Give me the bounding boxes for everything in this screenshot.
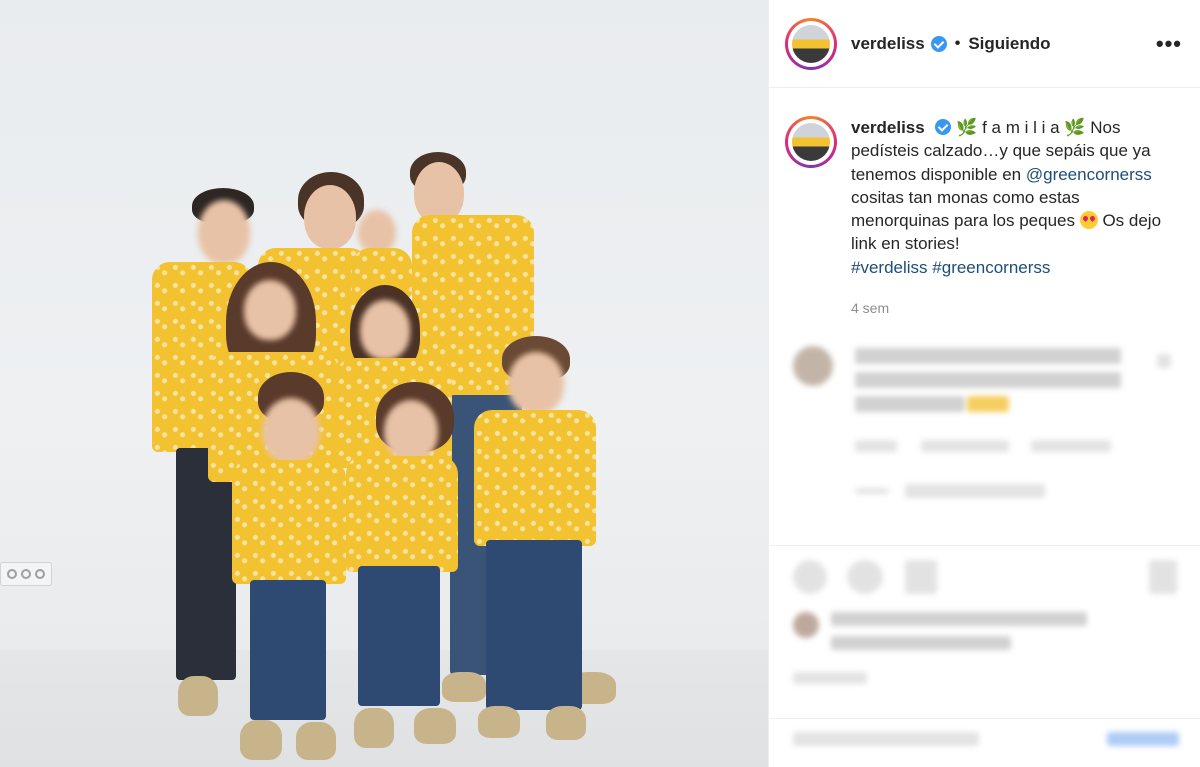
verified-badge-icon: [930, 35, 947, 52]
publish-button[interactable]: [1107, 732, 1179, 746]
actions-divider: [769, 545, 1200, 546]
liker-avatar[interactable]: [793, 612, 819, 638]
hashtag-link[interactable]: #greencornerss: [932, 258, 1050, 277]
leaf-emoji-icon: 🌿: [956, 118, 978, 137]
comment-meta: [855, 440, 897, 452]
comment-text-line: [855, 348, 1121, 364]
comment-avatar[interactable]: [793, 346, 833, 386]
view-replies-line: [855, 488, 889, 494]
hashtag-link[interactable]: #verdeliss: [851, 258, 928, 277]
view-replies-link[interactable]: [905, 484, 1045, 498]
comment-text-line: [855, 372, 1121, 388]
username-link[interactable]: verdeliss: [851, 34, 925, 54]
comment-box-divider: [769, 718, 1200, 719]
caption-text: verdeliss 🌿 f a m i l i a 🌿 Nos pedístei…: [851, 116, 1171, 320]
post-timestamp[interactable]: 4 sem: [851, 297, 1171, 320]
share-icon[interactable]: [905, 560, 937, 594]
post-header: verdeliss • Siguiendo •••: [769, 0, 1200, 88]
like-icon[interactable]: [793, 560, 827, 594]
mention-link[interactable]: @greencornerss: [1026, 165, 1152, 184]
heart-eyes-emoji-icon: [1079, 211, 1098, 230]
wall-outlet: [0, 562, 52, 586]
caption-username[interactable]: verdeliss: [851, 118, 925, 137]
comment-input[interactable]: [793, 732, 979, 746]
post-date: [793, 672, 867, 684]
post-photo[interactable]: [0, 0, 768, 767]
comment-emoji: [967, 396, 1009, 412]
post-sidebar: verdeliss • Siguiendo ••• verdeliss 🌿 f …: [768, 0, 1200, 767]
caption: verdeliss 🌿 f a m i l i a 🌿 Nos pedístei…: [769, 88, 1200, 320]
comment-meta: [1031, 440, 1111, 452]
likes-text[interactable]: [831, 636, 1011, 650]
profile-avatar[interactable]: [785, 17, 837, 70]
likes-text[interactable]: [831, 612, 1087, 626]
comment-meta: [921, 440, 1009, 452]
comment-like-icon[interactable]: [1157, 354, 1171, 368]
verified-badge-icon: [935, 119, 952, 135]
save-icon[interactable]: [1149, 560, 1177, 594]
more-options-icon[interactable]: •••: [1156, 31, 1182, 57]
leaf-emoji-icon: 🌿: [1064, 118, 1086, 137]
separator-dot: •: [954, 34, 961, 52]
comment-icon[interactable]: [847, 560, 883, 594]
following-button[interactable]: Siguiendo: [968, 34, 1050, 54]
caption-title: f a m i l i a: [982, 118, 1060, 137]
caption-line-2: cositas tan monas como estas menorquinas…: [851, 187, 1080, 231]
caption-avatar[interactable]: [785, 116, 837, 168]
comment-text-line: [855, 396, 965, 412]
